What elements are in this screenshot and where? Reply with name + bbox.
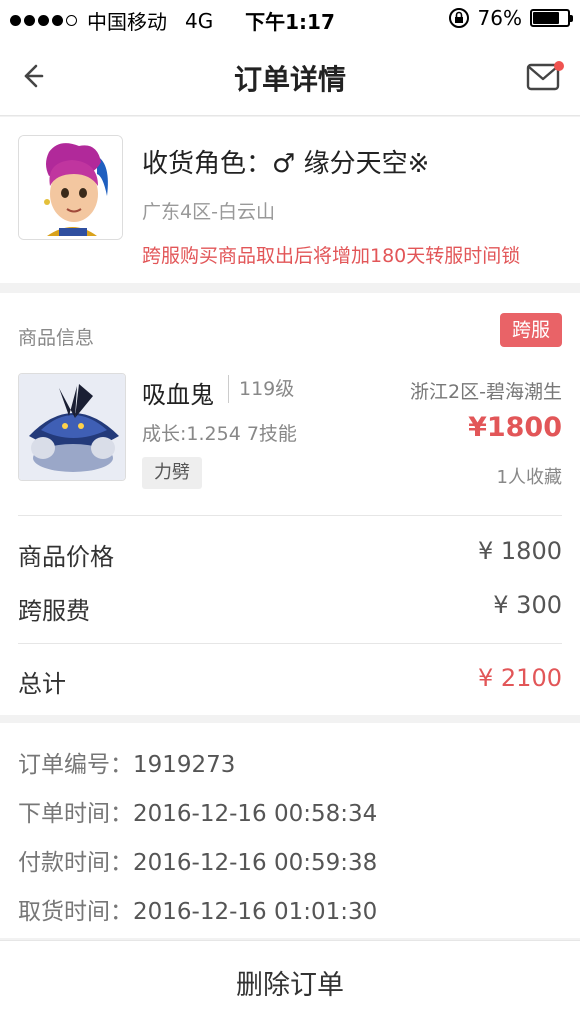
pay-time-label: 付款时间： xyxy=(18,850,133,876)
receiving-role-card: 收货角色：♂ 缘分天空※ 广东4区-白云山 跨服购买商品取出后将增加180天转服… xyxy=(0,117,580,283)
cross-fee-value: ¥ 300 xyxy=(493,591,562,619)
order-number-label: 订单编号： xyxy=(18,752,133,778)
role-server: 广东4区-白云山 xyxy=(142,201,275,223)
cross-server-tag: 跨服 xyxy=(499,313,562,347)
status-bar: 中国移动 4G 下午1:17 76% xyxy=(0,0,580,38)
status-right: 76% xyxy=(448,6,573,30)
pet-level: 119级 xyxy=(228,375,294,403)
order-number-line: 订单编号：1919273 xyxy=(18,745,235,779)
order-detail-page: 中国移动 4G 下午1:17 76% 订单详情 收货角色：♂ 缘分天空※ 广东4… xyxy=(0,0,580,1030)
role-avatar xyxy=(18,135,123,240)
pet-name[interactable]: 吸血鬼 xyxy=(142,375,214,410)
goods-price-row: 商品价格 ¥ 1800 xyxy=(18,533,562,573)
mail-icon[interactable] xyxy=(526,60,566,94)
cross-server-warning: 跨服购买商品取出后将增加180天转服时间锁 xyxy=(142,245,521,267)
nav-bar: 订单详情 xyxy=(0,38,580,116)
battery-fill xyxy=(533,12,559,24)
pet-zone: 浙江2区-碧海潮生 xyxy=(410,381,562,403)
total-label: 总计 xyxy=(18,670,66,698)
order-number: 1919273 xyxy=(133,752,236,778)
delete-order-button[interactable]: 删除订单 xyxy=(0,940,580,1030)
notification-dot xyxy=(554,61,564,71)
pickup-time-line: 取货时间：2016-12-16 01:01:30 xyxy=(18,892,377,926)
pet-price: ¥1800 xyxy=(468,412,562,443)
pet-stats: 成长:1.254 7技能 xyxy=(142,423,297,445)
role-name: 收货角色：♂ 缘分天空※ xyxy=(142,149,430,179)
pickup-time: 2016-12-16 01:01:30 xyxy=(133,899,378,925)
divider xyxy=(18,643,562,644)
product-info-card: 商品信息 跨服 吸血鬼 119级 浙江2区-碧海潮生 成长:1.254 7技能 … xyxy=(0,293,580,715)
divider xyxy=(18,515,562,516)
pet-skill-tag: 力劈 xyxy=(142,457,202,489)
pickup-time-label: 取货时间： xyxy=(18,899,133,925)
order-time-line: 下单时间：2016-12-16 00:58:34 xyxy=(18,794,377,828)
order-time-label: 下单时间： xyxy=(18,801,133,827)
battery-icon xyxy=(530,9,573,27)
pay-time: 2016-12-16 00:59:38 xyxy=(133,850,378,876)
rotation-lock-icon xyxy=(448,8,469,28)
order-time: 2016-12-16 00:58:34 xyxy=(133,801,378,827)
cross-fee-row: 跨服费 ¥ 300 xyxy=(18,587,562,627)
cross-fee-label: 跨服费 xyxy=(18,597,90,625)
battery-percent: 76% xyxy=(477,6,522,30)
total-row: 总计 ¥ 2100 xyxy=(18,660,562,700)
goods-price-label: 商品价格 xyxy=(18,543,114,571)
favorite-count: 1人收藏 xyxy=(496,467,562,488)
order-info-card: 订单编号：1919273 下单时间：2016-12-16 00:58:34 付款… xyxy=(0,723,580,938)
total-value: ¥ 2100 xyxy=(478,664,562,692)
goods-price-value: ¥ 1800 xyxy=(478,537,562,565)
section-title-product-info: 商品信息 xyxy=(18,327,95,349)
pay-time-line: 付款时间：2016-12-16 00:59:38 xyxy=(18,843,377,877)
page-title: 订单详情 xyxy=(233,63,346,96)
pet-thumbnail[interactable] xyxy=(18,373,126,481)
